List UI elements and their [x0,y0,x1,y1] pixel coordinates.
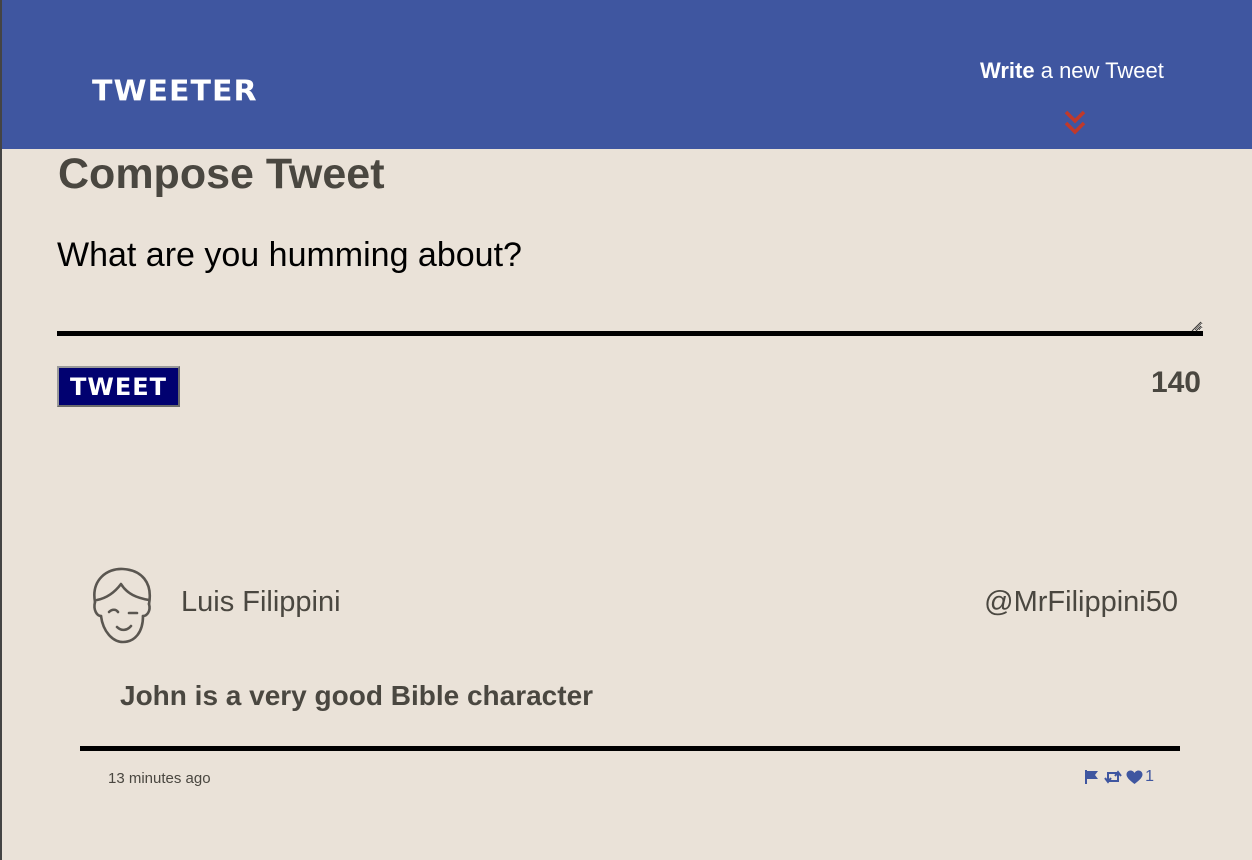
like-count: 1 [1145,768,1154,785]
character-counter: 140 [1150,366,1201,399]
tweet-button[interactable]: Tweet [57,366,180,407]
flag-icon[interactable] [1084,769,1100,785]
brand-logo[interactable]: Tweeter [92,75,258,108]
double-chevron-down-icon[interactable] [1063,108,1087,138]
tweet-card: Luis Filippini @MrFilippini50 John is a … [80,562,1180,792]
tweet-input[interactable] [57,232,1203,336]
author-handle: @MrFilippini50 [984,586,1178,618]
compose-title: Compose Tweet [58,150,385,198]
tweet-divider [80,746,1180,751]
resize-grip-icon[interactable] [1190,320,1202,332]
tweet-timestamp: 13 minutes ago [108,770,211,787]
new-tweet-label: a new Tweet [1034,58,1164,83]
write-label: Write [980,58,1035,83]
author-name: Luis Filippini [181,586,341,618]
top-nav: Tweeter Write a new Tweet [2,0,1252,149]
tweet-actions: 1 [1084,768,1154,786]
write-new-tweet-toggle[interactable]: Write a new Tweet [980,58,1170,84]
heart-icon[interactable] [1126,770,1143,785]
retweet-icon[interactable] [1104,769,1122,785]
winking-face-avatar-icon [93,567,152,644]
tweet-content: John is a very good Bible character [120,680,594,711]
